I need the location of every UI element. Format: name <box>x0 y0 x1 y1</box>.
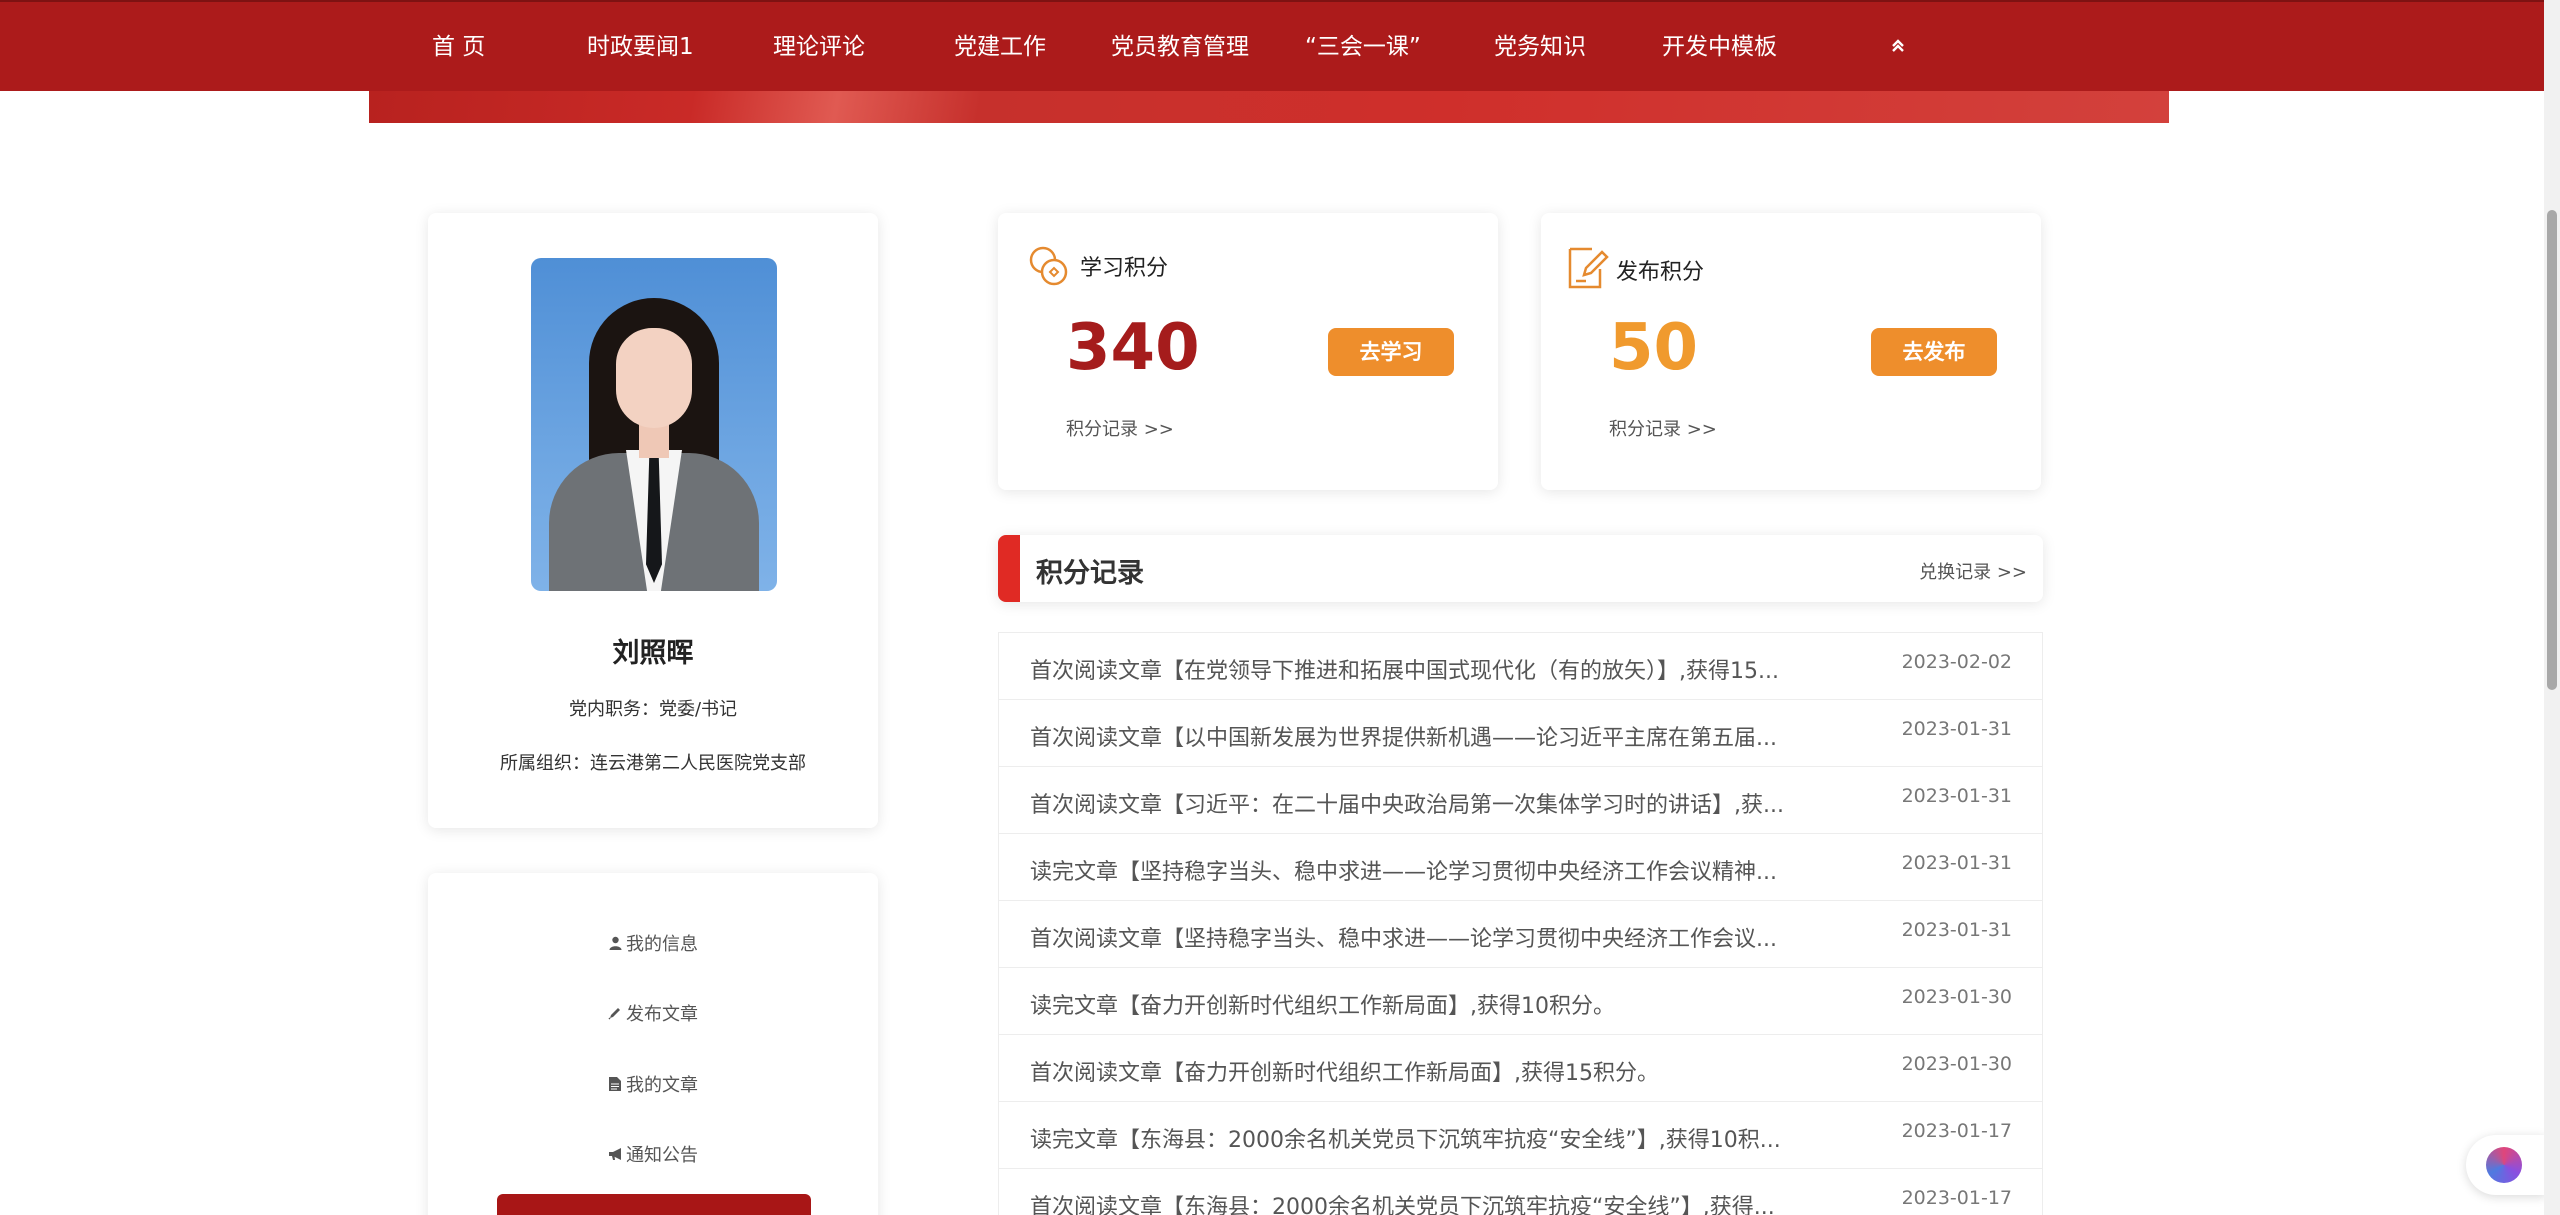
menu-item-label: 发布文章 <box>626 1004 698 1025</box>
nav-item-theory[interactable]: 理论评论 <box>773 2 865 93</box>
table-row[interactable]: 首次阅读文章【奋力开创新时代组织工作新局面】,获得15积分。 2023-01-30 <box>999 1035 2042 1102</box>
score-records-header: 积分记录 兑换记录 >> <box>998 535 2043 602</box>
nav-item-party-knowledge[interactable]: 党务知识 <box>1494 2 1586 93</box>
record-text: 首次阅读文章【习近平：在二十届中央政治局第一次集体学习时的讲话】,获... <box>1030 793 1784 818</box>
record-date: 2023-01-31 <box>1901 852 2012 874</box>
profile-card: 刘照晖 党内职务：党委/书记 所属组织：连云港第二人民医院党支部 <box>428 213 878 828</box>
menu-item-label: 我的信息 <box>626 934 698 955</box>
go-publish-button[interactable]: 去发布 <box>1871 328 1997 376</box>
user-menu-card: 我的信息 发布文章 我的文章 通知公告 <box>428 873 878 1215</box>
study-score-title: 学习积分 <box>1080 256 1169 281</box>
record-date: 2023-01-31 <box>1901 718 2012 740</box>
study-score-card: 学习积分 340 去学习 积分记录 >> <box>998 213 1498 490</box>
table-row[interactable]: 首次阅读文章【习近平：在二十届中央政治局第一次集体学习时的讲话】,获... 202… <box>999 767 2042 834</box>
file-icon <box>608 1076 622 1095</box>
menu-item-label: 我的文章 <box>626 1075 698 1096</box>
record-text: 首次阅读文章【奋力开创新时代组织工作新局面】,获得15积分。 <box>1030 1061 1659 1086</box>
exchange-records-link[interactable]: 兑换记录 >> <box>1919 558 2027 584</box>
assistant-floating-button[interactable] <box>2466 1135 2546 1195</box>
nav-item-news[interactable]: 时政要闻1 <box>587 2 694 93</box>
brain-icon <box>2486 1147 2522 1183</box>
score-records-list: 首次阅读文章【在党领导下推进和拓展中国式现代化（有的放矢）】,获得15... 20… <box>998 632 2043 1215</box>
record-date: 2023-02-02 <box>1901 651 2012 673</box>
record-text: 读完文章【坚持稳字当头、稳中求进——论学习贯彻中央经济工作会议精神... <box>1030 860 1777 885</box>
avatar <box>531 258 777 591</box>
menu-item-notices[interactable]: 通知公告 <box>428 1141 878 1167</box>
edit-document-icon <box>1566 243 1609 289</box>
section-accent-bar <box>998 535 1020 602</box>
record-text: 读完文章【奋力开创新时代组织工作新局面】,获得10积分。 <box>1030 994 1615 1019</box>
menu-item-label: 通知公告 <box>626 1145 698 1166</box>
table-row[interactable]: 首次阅读文章【在党领导下推进和拓展中国式现代化（有的放矢）】,获得15... 20… <box>999 633 2042 700</box>
record-date: 2023-01-30 <box>1901 986 2012 1008</box>
menu-item-my-info[interactable]: 我的信息 <box>428 930 878 956</box>
profile-organization: 所属组织：连云港第二人民医院党支部 <box>500 753 806 774</box>
user-icon <box>608 935 622 954</box>
menu-item-my-articles[interactable]: 我的文章 <box>428 1071 878 1097</box>
record-date: 2023-01-17 <box>1901 1120 2012 1142</box>
nav-item-template[interactable]: 开发中模板 <box>1662 2 1777 93</box>
publish-score-card: 发布积分 50 去发布 积分记录 >> <box>1541 213 2041 490</box>
profile-name: 刘照晖 <box>612 638 694 669</box>
nav-item-member-education[interactable]: 党员教育管理 <box>1111 2 1249 93</box>
double-chevron-up-icon[interactable] <box>1887 35 1909 57</box>
pencil-icon <box>608 1005 622 1024</box>
study-score-value: 340 <box>1066 311 1200 385</box>
menu-item-publish-article[interactable]: 发布文章 <box>428 1000 878 1026</box>
record-date: 2023-01-30 <box>1901 1053 2012 1075</box>
record-date: 2023-01-31 <box>1901 785 2012 807</box>
study-score-record-link[interactable]: 积分记录 >> <box>1066 415 1174 441</box>
table-row[interactable]: 读完文章【奋力开创新时代组织工作新局面】,获得10积分。 2023-01-30 <box>999 968 2042 1035</box>
page-scrollbar[interactable] <box>2544 0 2560 1215</box>
publish-score-record-link[interactable]: 积分记录 >> <box>1609 415 1717 441</box>
banner-strip <box>369 91 2169 123</box>
section-title: 积分记录 <box>1036 558 1144 589</box>
profile-position: 党内职务：党委/书记 <box>568 699 738 720</box>
table-row[interactable]: 读完文章【坚持稳字当头、稳中求进——论学习贯彻中央经济工作会议精神... 2023… <box>999 834 2042 901</box>
coins-icon <box>1028 245 1070 289</box>
table-row[interactable]: 首次阅读文章【坚持稳字当头、稳中求进——论学习贯彻中央经济工作会议... 2023… <box>999 901 2042 968</box>
go-study-button[interactable]: 去学习 <box>1328 328 1454 376</box>
top-nav: 首 页 时政要闻1 理论评论 党建工作 党员教育管理 “三会一课” 党务知识 开… <box>0 0 2544 91</box>
table-row[interactable]: 首次阅读文章【东海县：2000余名机关党员下沉筑牢抗疫“安全线”】,获得... 2… <box>999 1169 2042 1215</box>
publish-score-value: 50 <box>1609 311 1699 385</box>
record-date: 2023-01-17 <box>1901 1187 2012 1209</box>
table-row[interactable]: 首次阅读文章【以中国新发展为世界提供新机遇——论习近平主席在第五届... 2023… <box>999 700 2042 767</box>
record-date: 2023-01-31 <box>1901 919 2012 941</box>
scrollbar-thumb[interactable] <box>2547 210 2557 690</box>
bullhorn-icon <box>608 1146 622 1165</box>
record-text: 首次阅读文章【坚持稳字当头、稳中求进——论学习贯彻中央经济工作会议... <box>1030 927 1777 952</box>
nav-item-home[interactable]: 首 页 <box>432 2 485 93</box>
publish-score-title: 发布积分 <box>1616 260 1705 285</box>
record-text: 首次阅读文章【在党领导下推进和拓展中国式现代化（有的放矢）】,获得15... <box>1030 659 1779 684</box>
nav-item-three-meetings[interactable]: “三会一课” <box>1305 2 1421 93</box>
record-text: 首次阅读文章【东海县：2000余名机关党员下沉筑牢抗疫“安全线”】,获得... <box>1030 1195 1775 1215</box>
record-text: 首次阅读文章【以中国新发展为世界提供新机遇——论习近平主席在第五届... <box>1030 726 1777 751</box>
table-row[interactable]: 读完文章【东海县：2000余名机关党员下沉筑牢抗疫“安全线”】,获得10积...… <box>999 1102 2042 1169</box>
record-text: 读完文章【东海县：2000余名机关党员下沉筑牢抗疫“安全线”】,获得10积... <box>1030 1128 1781 1153</box>
menu-action-button[interactable] <box>497 1194 811 1215</box>
nav-item-party-building[interactable]: 党建工作 <box>954 2 1046 93</box>
